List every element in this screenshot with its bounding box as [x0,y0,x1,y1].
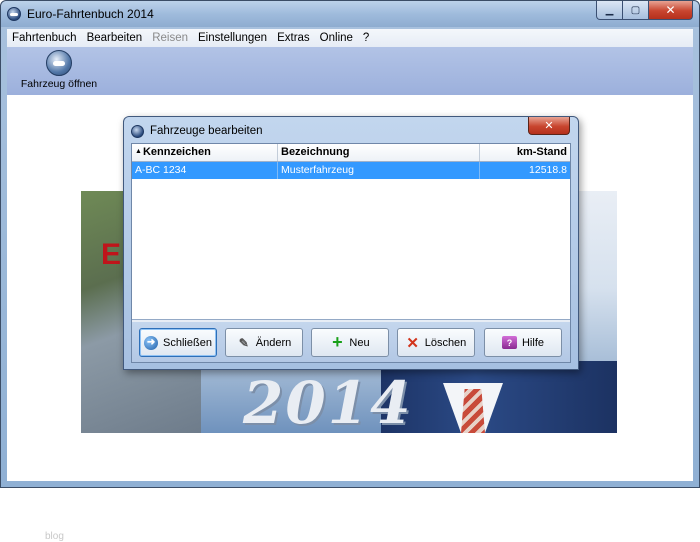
dialog-body: ▲Kennzeichen Bezeichnung km-Stand A-BC 1… [131,143,571,363]
column-header-kennzeichen[interactable]: ▲Kennzeichen [132,144,278,161]
menu-online[interactable]: Online [315,32,358,44]
title-bar[interactable]: Euro-Fahrtenbuch 2014 ▁ ▢ ✕ [1,1,699,27]
app-window: Euro-Fahrtenbuch 2014 ▁ ▢ ✕ Fahrtenbuch … [0,0,700,542]
caption-buttons: ▁ ▢ ✕ [596,1,693,21]
table-header: ▲Kennzeichen Bezeichnung km-Stand [132,144,570,162]
menu-bar: Fahrtenbuch Bearbeiten Reisen Einstellun… [7,29,693,47]
dialog-button-bar: ➜ Schließen ✎ Ändern + Neu ✕ Löschen ? H… [132,322,570,362]
menu-reisen: Reisen [152,32,189,44]
cell-km-stand: 12518.8 [529,164,567,176]
watermark: blog [45,531,64,542]
help-book-icon: ? [501,336,517,349]
open-vehicle-label: Fahrzeug öffnen [20,78,98,90]
maximize-button[interactable]: ▢ [623,1,649,20]
new-button[interactable]: + Neu [311,328,389,357]
dialog-title: Fahrzeuge bearbeiten [150,125,263,137]
delete-label: Löschen [424,336,467,349]
close-icon: ✕ [544,119,554,132]
close-dialog-label: Schließen [163,336,212,349]
car-icon [46,50,72,76]
pencil-icon: ✎ [238,335,249,350]
open-vehicle-button[interactable]: Fahrzeug öffnen [17,50,101,90]
dialog-app-icon [131,125,144,138]
delete-x-icon: ✕ [406,334,419,352]
new-label: Neu [349,336,370,349]
delete-button[interactable]: ✕ Löschen [397,328,475,357]
column-header-km-stand[interactable]: km-Stand [480,144,570,161]
cell-kennzeichen: A-BC 1234 [132,162,278,179]
help-label: Hilfe [521,336,544,349]
window-title: Euro-Fahrtenbuch 2014 [27,7,154,21]
edit-button[interactable]: ✎ Ändern [225,328,303,357]
help-button[interactable]: ? Hilfe [484,328,562,357]
banner-logo-letter: E [101,238,122,271]
vehicle-table[interactable]: ▲Kennzeichen Bezeichnung km-Stand A-BC 1… [132,144,570,320]
close-icon: ✕ [665,3,676,17]
menu-bearbeiten[interactable]: Bearbeiten [82,32,148,44]
column-header-bezeichnung[interactable]: Bezeichnung [278,144,480,161]
menu-extras[interactable]: Extras [272,32,315,44]
cell-bezeichnung: Musterfahrzeug [278,162,480,179]
banner-person-tie [461,389,485,433]
plus-icon: + [332,332,343,352]
minimize-button[interactable]: ▁ [596,1,623,20]
banner-year: 2014 [243,369,413,433]
dialog-close-button[interactable]: ✕ [528,117,570,135]
back-arrow-icon: ➜ [144,335,159,350]
app-icon[interactable] [7,7,21,21]
maximize-icon: ▢ [630,4,641,16]
close-dialog-button[interactable]: ➜ Schließen [139,328,217,357]
menu-fahrtenbuch[interactable]: Fahrtenbuch [7,32,82,44]
minimize-icon: ▁ [605,4,614,16]
sort-ascending-icon: ▲ [135,148,142,155]
toolbar: Fahrzeug öffnen [7,47,693,95]
edit-label: Ändern [255,336,292,349]
close-button[interactable]: ✕ [649,1,693,20]
banner-person-suit [381,361,617,433]
table-row[interactable]: A-BC 1234 Musterfahrzeug 12518.8 [132,162,570,179]
vehicles-dialog: Fahrzeuge bearbeiten ✕ ▲Kennzeichen Beze… [123,116,579,370]
menu-einstellungen[interactable]: Einstellungen [193,32,272,44]
menu-help[interactable]: ? [358,32,374,44]
